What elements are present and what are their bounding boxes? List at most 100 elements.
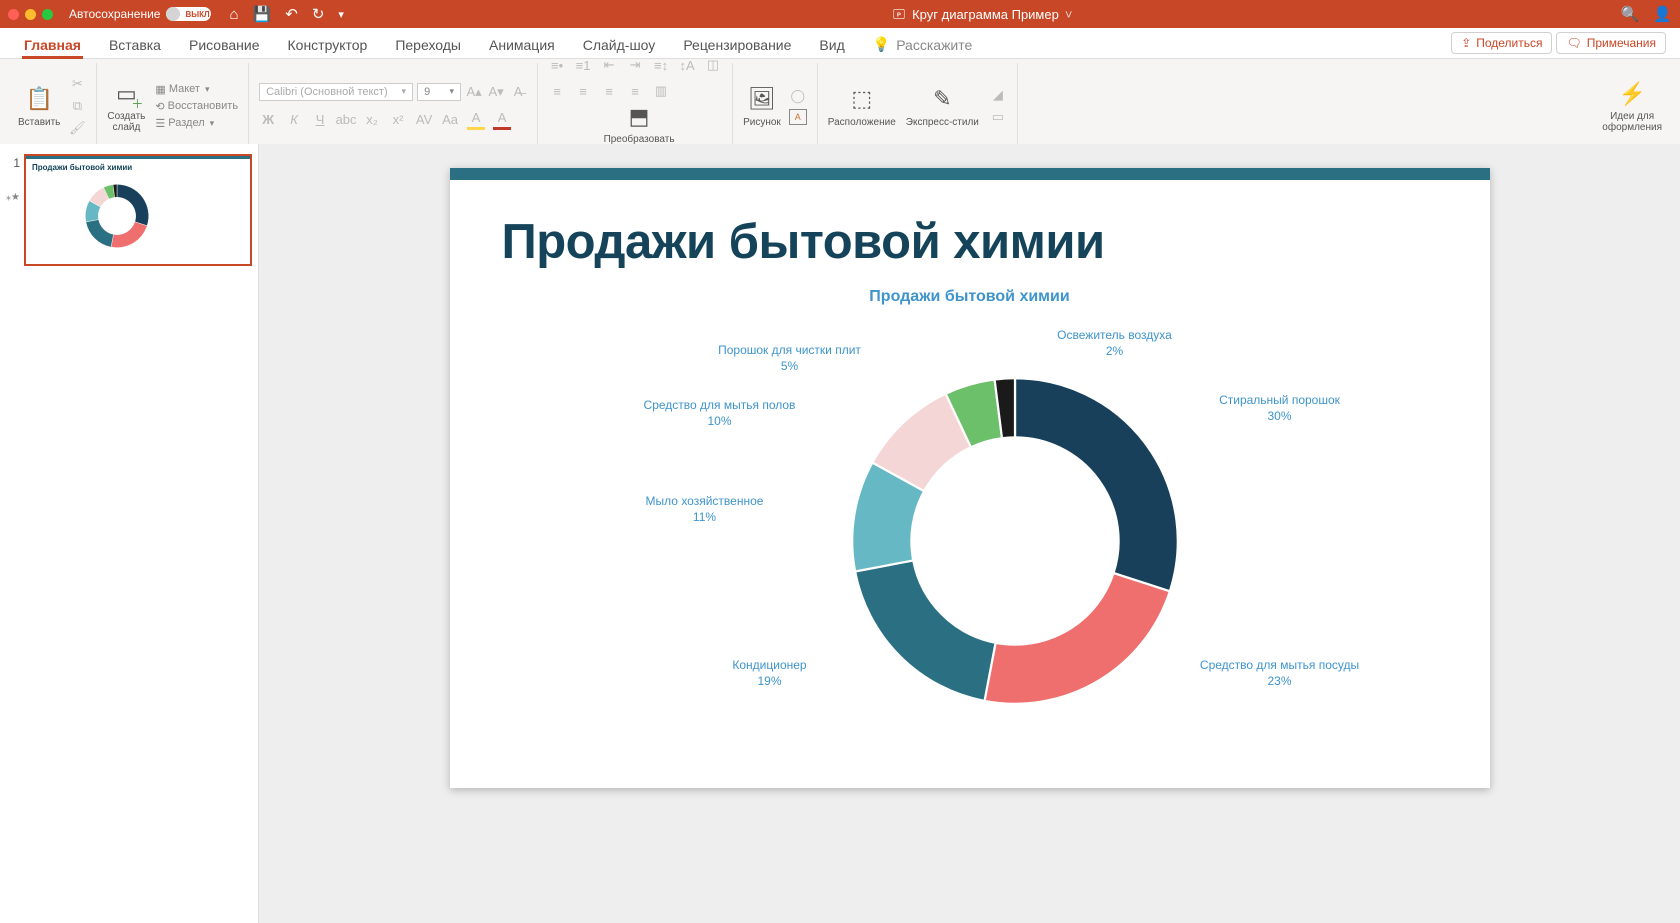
quick-access-toolbar: ⌂ 💾 ↶ ↻ ▾ <box>229 5 343 23</box>
autosave-toggle[interactable]: Автосохранение ВЫКЛ. <box>69 7 211 21</box>
smartart-icon: ⬒ <box>624 102 654 132</box>
char-spacing-icon[interactable]: AV <box>415 110 433 128</box>
powerpoint-file-icon: P <box>892 7 906 21</box>
doc-title-chevron-icon: ˅ <box>1065 7 1073 22</box>
new-slide-button[interactable]: ▭＋ Создатьслайд <box>107 79 145 133</box>
italic-icon[interactable]: К <box>285 110 303 128</box>
slide-accent-bar <box>450 168 1490 180</box>
shapes-icon[interactable]: ◯ <box>789 87 807 105</box>
share-label: Поделиться <box>1476 36 1542 50</box>
decrease-font-icon[interactable]: A▾ <box>487 83 505 101</box>
font-color-icon[interactable]: A <box>493 109 511 130</box>
comments-button[interactable]: 🗨 Примечания <box>1556 32 1666 54</box>
slide-thumbnails-panel: 1 ⁎★ Продажи бытовой химии <box>0 144 259 923</box>
indent-icon[interactable]: ⇥ <box>626 59 644 74</box>
numbering-icon[interactable]: ≡1 <box>574 59 592 74</box>
paste-label: Вставить <box>18 117 60 128</box>
group-clipboard: 📋 Вставить ✂ ⧉ 🖌 <box>8 63 97 149</box>
undo-icon[interactable]: ↶ <box>285 5 298 23</box>
clipboard-icon: 📋 <box>24 85 54 115</box>
autosave-state: ВЫКЛ. <box>185 10 211 19</box>
home-icon[interactable]: ⌂ <box>229 6 238 23</box>
quick-styles-icon: ✎ <box>927 85 957 115</box>
font-name-select[interactable]: Calibri (Основной текст)▾ <box>259 83 413 101</box>
align-right-icon[interactable]: ≡ <box>600 82 618 100</box>
tab-insert[interactable]: Вставка <box>95 31 175 58</box>
slide-canvas[interactable]: Продажи бытовой химии Продажи бытовой хи… <box>450 168 1490 788</box>
minimize-window-icon[interactable] <box>25 9 36 20</box>
tell-me-label: Расскажите <box>896 37 972 53</box>
bold-icon[interactable]: Ж <box>259 110 277 128</box>
arrange-button[interactable]: ⬚ Расположение <box>828 85 896 128</box>
section-menu[interactable]: ☰Раздел <box>155 117 238 130</box>
workspace: 1 ⁎★ Продажи бытовой химии Продажи бытов… <box>0 144 1680 923</box>
outdent-icon[interactable]: ⇤ <box>600 59 618 74</box>
tell-me[interactable]: 💡 Расскажите <box>859 30 987 58</box>
donut-chart[interactable] <box>830 356 1200 726</box>
account-icon[interactable]: 👤 <box>1653 5 1672 23</box>
increase-font-icon[interactable]: A▴ <box>465 83 483 101</box>
superscript-icon[interactable]: x² <box>389 110 407 128</box>
paste-button[interactable]: 📋 Вставить <box>18 85 60 128</box>
document-title[interactable]: P Круг диаграмма Пример ˅ <box>352 7 1613 22</box>
columns-icon[interactable]: ▥ <box>652 82 670 100</box>
tab-animation[interactable]: Анимация <box>475 31 569 58</box>
tab-slideshow[interactable]: Слайд-шоу <box>569 31 670 58</box>
reset-button[interactable]: ⟲Восстановить <box>155 100 238 113</box>
picture-button[interactable]: 🖼 Рисунок <box>743 85 781 128</box>
tab-review[interactable]: Рецензирование <box>669 31 805 58</box>
close-window-icon[interactable] <box>8 9 19 20</box>
line-spacing-icon[interactable]: ≡↕ <box>652 59 670 74</box>
thumbnail-index: 1 <box>6 154 20 170</box>
slide-editor[interactable]: Продажи бытовой химии Продажи бытовой хи… <box>259 144 1680 923</box>
clear-format-icon[interactable]: A̶ <box>509 83 527 101</box>
slide-thumbnail-1[interactable]: Продажи бытовой химии <box>24 154 252 266</box>
qat-more-icon[interactable]: ▾ <box>338 8 344 21</box>
arrange-icon: ⬚ <box>847 85 877 115</box>
thumbnail-title: Продажи бытовой химии <box>32 163 250 172</box>
redo-icon[interactable]: ↻ <box>312 5 325 23</box>
maximize-window-icon[interactable] <box>42 9 53 20</box>
cut-icon[interactable]: ✂ <box>68 75 86 93</box>
text-direction-icon[interactable]: ↕A <box>678 59 696 74</box>
new-slide-icon: ▭＋ <box>111 79 141 109</box>
tab-transitions[interactable]: Переходы <box>381 31 475 58</box>
comment-icon: 🗨 <box>1566 36 1581 50</box>
layout-menu[interactable]: ▦Макет <box>155 83 238 96</box>
reset-icon: ⟲ <box>155 100 164 113</box>
justify-icon[interactable]: ≡ <box>626 82 644 100</box>
underline-icon[interactable]: Ч <box>311 110 329 128</box>
align-text-icon[interactable]: ◫ <box>704 59 722 74</box>
doc-title-text: Круг диаграмма Пример <box>912 7 1059 22</box>
tab-view[interactable]: Вид <box>805 31 858 58</box>
textbox-icon[interactable]: A <box>789 109 807 125</box>
group-font: Calibri (Основной текст)▾ 9▾ A▴ A▾ A̶ Ж … <box>249 63 538 149</box>
shape-outline-icon[interactable]: ▭ <box>989 108 1007 126</box>
shape-fill-icon[interactable]: ◢ <box>989 86 1007 104</box>
align-center-icon[interactable]: ≡ <box>574 82 592 100</box>
font-size-select[interactable]: 9▾ <box>417 83 461 101</box>
strike-icon[interactable]: abc <box>337 110 355 128</box>
format-painter-icon[interactable]: 🖌 <box>68 119 86 137</box>
search-icon[interactable]: 🔍 <box>1621 5 1640 23</box>
share-button[interactable]: ⇪ Поделиться <box>1451 32 1552 54</box>
tab-design[interactable]: Конструктор <box>274 31 382 58</box>
chart-label-1: Стиральный порошок30% <box>1200 393 1360 424</box>
quick-styles-button[interactable]: ✎ Экспресс-стили <box>906 85 979 128</box>
save-icon[interactable]: 💾 <box>253 5 272 23</box>
highlight-color-icon[interactable]: A <box>467 109 485 130</box>
bullets-icon[interactable]: ≡• <box>548 59 566 74</box>
picture-label: Рисунок <box>743 117 781 128</box>
copy-icon[interactable]: ⧉ <box>68 97 86 115</box>
change-case-icon[interactable]: Aa <box>441 110 459 128</box>
tab-draw[interactable]: Рисование <box>175 31 274 58</box>
share-icon: ⇪ <box>1461 36 1471 50</box>
tab-home[interactable]: Главная <box>10 31 95 58</box>
align-left-icon[interactable]: ≡ <box>548 82 566 100</box>
comments-label: Примечания <box>1587 36 1656 50</box>
subscript-icon[interactable]: x₂ <box>363 110 381 128</box>
chart-title: Продажи бытовой химии <box>450 288 1490 306</box>
lightbulb-icon: 💡 <box>873 36 890 53</box>
slide-title[interactable]: Продажи бытовой химии <box>502 214 1490 270</box>
design-ideas-button[interactable]: ⚡ Идеи дляоформления <box>1602 79 1662 133</box>
